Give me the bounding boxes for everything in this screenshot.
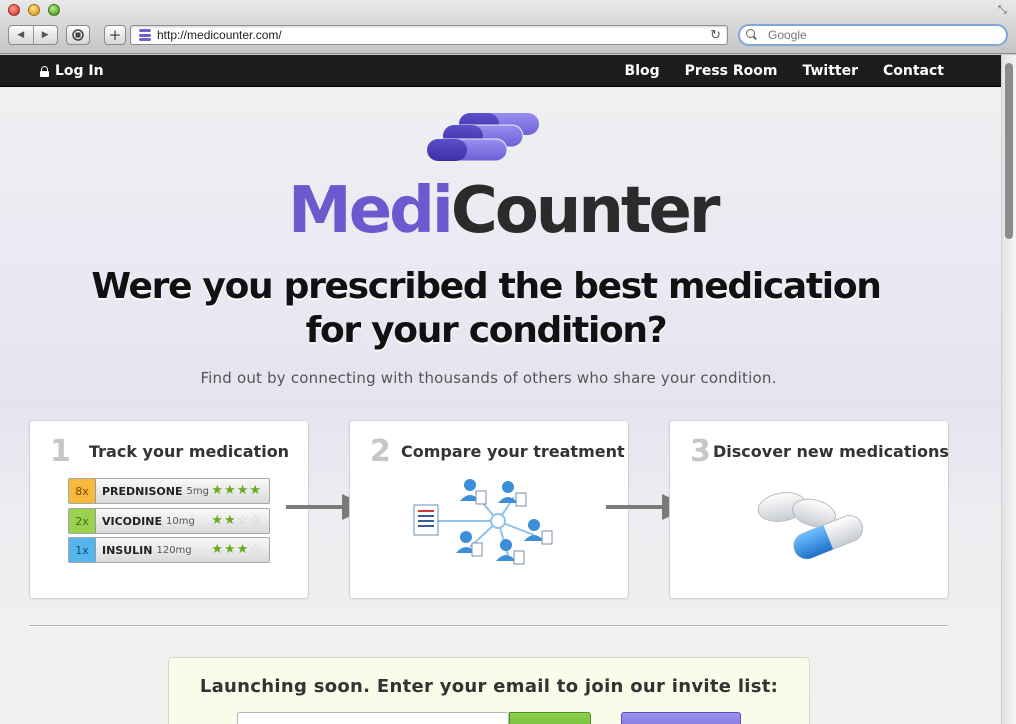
med-count-badge: 8x [69, 479, 96, 503]
minimize-window-button[interactable] [28, 4, 40, 16]
history-nav: ◀ ▶ [8, 25, 58, 45]
step-card-discover: 3 Discover new medications [669, 420, 949, 599]
top-nav: Blog Press Room Twitter Contact [625, 55, 944, 87]
med-dose: 120mg [156, 544, 192, 556]
browser-search-box[interactable] [738, 24, 1008, 46]
nav-twitter-link[interactable]: Twitter [802, 63, 858, 79]
page-viewport: Log In Blog Press Room Twitter Contact M… [0, 55, 1001, 724]
nav-contact-link[interactable]: Contact [883, 63, 944, 79]
search-icon [746, 29, 762, 41]
zoom-window-button[interactable] [48, 4, 60, 16]
hero-subline: Find out by connecting with thousands of… [200, 369, 777, 387]
brand-counter: Counter [450, 174, 721, 248]
step-number: 2 [370, 434, 391, 469]
headline-line-1: Were you prescribed the best medication [91, 266, 882, 307]
step-card-track: 1 Track your medication 8x PREDNISONE 5m… [29, 420, 309, 599]
search-input[interactable] [768, 28, 988, 42]
close-window-button[interactable] [8, 4, 20, 16]
login-link[interactable]: Log In [40, 55, 104, 87]
medication-row[interactable]: 1x INSULIN 120mg ★ ★ ★ ☆ [68, 537, 270, 563]
hero-headline: Were you prescribed the best medication … [0, 265, 972, 353]
stop-icon [72, 29, 84, 41]
step-title: Track your medication [89, 442, 290, 461]
brand-medi: Medi [288, 174, 454, 248]
email-input[interactable] [237, 712, 509, 724]
brand-wordmark: MediCounter [288, 173, 720, 249]
stop-button[interactable] [66, 25, 90, 45]
step-number: 1 [50, 434, 71, 469]
site-topbar: Log In Blog Press Room Twitter Contact [0, 55, 1001, 87]
med-name: PREDNISONE [102, 484, 183, 498]
lock-icon [40, 65, 49, 77]
med-count-badge: 2x [69, 509, 96, 533]
invite-prompt: Launching soon. Enter your email to join… [199, 676, 779, 697]
nav-blog-link[interactable]: Blog [625, 63, 660, 79]
step-title: Discover new medications [713, 442, 949, 461]
section-divider [29, 625, 948, 626]
tablets-capsule-icon [757, 492, 864, 560]
invite-panel: Launching soon. Enter your email to join… [168, 657, 810, 724]
site-favicon-icon [139, 29, 151, 41]
new-tab-button[interactable]: + [104, 25, 126, 45]
med-name: VICODINE [102, 514, 162, 528]
submit-email-button[interactable] [509, 712, 591, 724]
rating-stars: ★ ★ ★ ☆ [211, 542, 261, 557]
medication-row[interactable]: 8x PREDNISONE 5mg ★ ★ ★ ★ [68, 478, 270, 504]
reload-icon[interactable]: ↻ [710, 28, 721, 43]
med-dose: 5mg [186, 485, 209, 497]
rating-stars: ★ ★ ★ ★ [211, 483, 261, 498]
vertical-scrollbar[interactable] [1001, 55, 1016, 724]
headline-line-2: for your condition? [305, 310, 668, 351]
step-number: 3 [690, 434, 711, 469]
pills-logo-icon [427, 113, 539, 162]
nav-press-room-link[interactable]: Press Room [685, 63, 778, 79]
browser-toolbar: ⤡ ◀ ▶ + http://medicounter.com/ ↻ [0, 0, 1016, 54]
med-name: INSULIN [102, 543, 153, 557]
medication-row[interactable]: 2x VICODINE 10mg ★ ★ ☆ ☆ [68, 508, 270, 534]
fullscreen-icon[interactable]: ⤡ [998, 4, 1010, 16]
step-title: Compare your treatment [401, 442, 625, 461]
med-count-badge: 1x [69, 538, 96, 562]
login-label: Log In [55, 63, 104, 79]
url-text: http://medicounter.com/ [157, 28, 282, 42]
med-dose: 10mg [165, 515, 195, 527]
invite-button[interactable] [621, 712, 741, 724]
back-button[interactable]: ◀ [9, 26, 33, 44]
scrollbar-thumb[interactable] [1005, 63, 1013, 239]
forward-button[interactable]: ▶ [32, 26, 58, 44]
address-bar[interactable]: http://medicounter.com/ ↻ [130, 25, 728, 45]
rating-stars: ★ ★ ☆ ☆ [211, 513, 261, 528]
step-card-compare: 2 Compare your treatment [349, 420, 629, 599]
people-network-icon [413, 479, 553, 565]
